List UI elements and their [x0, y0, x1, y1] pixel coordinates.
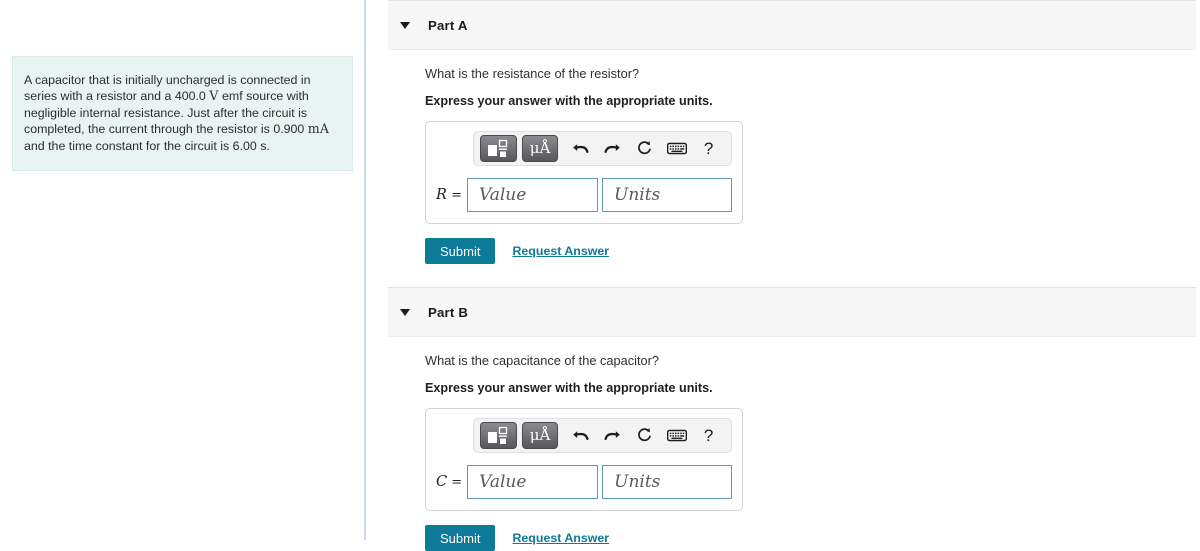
answer-box-b: μÅ ? C = Value Units — [425, 408, 743, 511]
part-body-b: What is the capacitance of the capacitor… — [388, 337, 1196, 551]
redo-icon[interactable] — [598, 422, 627, 449]
part-section-a: Part A What is the resistance of the res… — [388, 0, 1196, 264]
chevron-down-icon[interactable] — [400, 309, 410, 316]
answer-input-row-b: C = — [436, 465, 733, 499]
value-input-a[interactable] — [467, 178, 598, 212]
answer-input-row-a: R = — [436, 178, 732, 212]
keyboard-icon[interactable] — [662, 135, 691, 162]
problem-statement-panel: A capacitor that is initially uncharged … — [12, 56, 353, 172]
answer-box-a: μÅ ? R = Value Units — [425, 121, 743, 224]
redo-icon[interactable] — [598, 135, 627, 162]
reset-icon[interactable] — [630, 135, 659, 162]
request-answer-link-a[interactable]: Request Answer — [512, 244, 609, 258]
units-input-b[interactable] — [602, 465, 733, 499]
value-input-b[interactable] — [467, 465, 599, 499]
help-icon[interactable]: ? — [694, 135, 723, 162]
reset-icon[interactable] — [630, 422, 659, 449]
submit-button-a[interactable]: Submit — [425, 238, 496, 264]
units-button-label: μÅ — [529, 139, 551, 157]
submit-button-b[interactable]: Submit — [425, 525, 496, 551]
submit-row-b: Submit Request Answer — [425, 525, 1196, 551]
request-answer-link-b[interactable]: Request Answer — [512, 531, 609, 545]
undo-icon[interactable] — [566, 135, 595, 162]
variable-label-a: R = — [436, 187, 462, 203]
part-title-a: Part A — [428, 17, 468, 33]
parts-container: Part A What is the resistance of the res… — [388, 0, 1196, 551]
vertical-divider — [364, 0, 366, 540]
chevron-down-icon[interactable] — [400, 22, 410, 29]
instruction-text-a: Express your answer with the appropriate… — [425, 94, 713, 108]
question-text-a: What is the resistance of the resistor? — [425, 66, 640, 81]
answer-toolbar-b: μÅ ? — [473, 418, 732, 453]
answer-toolbar-a: μÅ ? — [473, 131, 732, 166]
help-icon[interactable]: ? — [694, 422, 723, 449]
keyboard-icon[interactable] — [662, 422, 691, 449]
variable-label-b: C = — [436, 474, 463, 490]
units-input-a[interactable] — [602, 178, 732, 212]
math-template-icon[interactable] — [480, 422, 517, 449]
question-text-b: What is the capacitance of the capacitor… — [425, 353, 660, 368]
units-input-icon[interactable]: μÅ — [521, 135, 559, 162]
part-section-b: Part B What is the capacitance of the ca… — [388, 287, 1196, 551]
part-title-b: Part B — [428, 304, 469, 320]
undo-icon[interactable] — [566, 422, 595, 449]
units-button-label: μÅ — [529, 426, 551, 444]
part-header-a[interactable]: Part A — [388, 0, 1196, 50]
part-body-a: What is the resistance of the resistor? … — [388, 50, 1196, 264]
math-template-icon[interactable] — [480, 135, 517, 162]
submit-row-a: Submit Request Answer — [425, 238, 1196, 264]
problem-statement-text: A capacitor that is initially uncharged … — [24, 73, 330, 153]
part-header-b[interactable]: Part B — [388, 287, 1196, 337]
units-input-icon[interactable]: μÅ — [521, 422, 559, 449]
instruction-text-b: Express your answer with the appropriate… — [425, 381, 713, 395]
